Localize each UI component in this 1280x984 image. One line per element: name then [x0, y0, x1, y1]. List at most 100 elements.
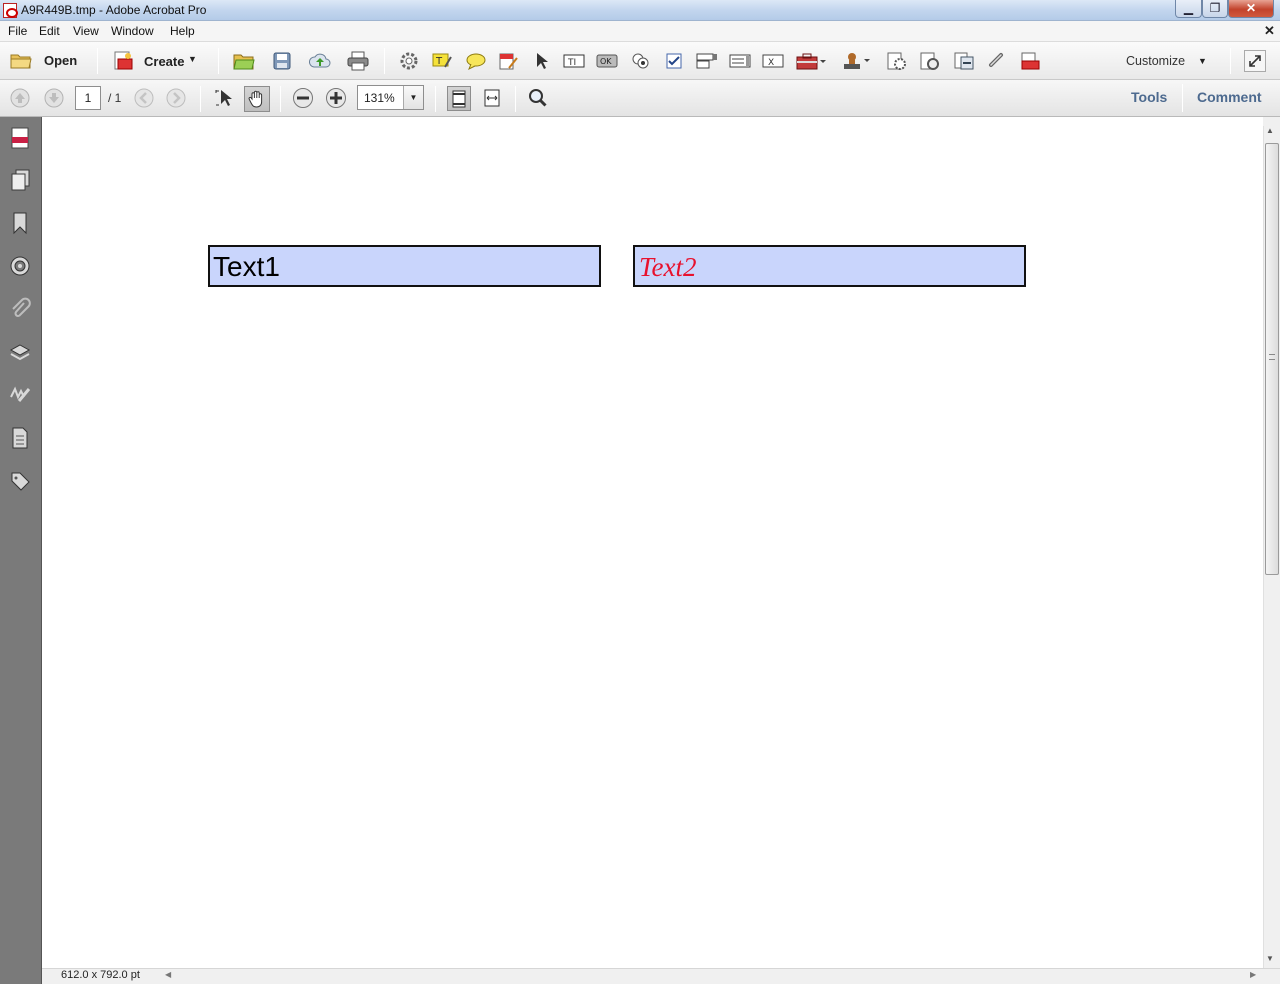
link-icon[interactable] [985, 50, 1007, 72]
dropdown-tool-icon[interactable] [696, 50, 718, 72]
distribute-form-icon[interactable] [953, 50, 975, 72]
checkbox-icon[interactable] [663, 50, 685, 72]
navigation-pane [0, 117, 42, 984]
toolbar-separator [1230, 48, 1231, 74]
scroll-right-arrow-icon[interactable]: ▶ [1250, 970, 1256, 979]
hand-tool-icon[interactable] [244, 86, 270, 112]
button-tool-icon[interactable]: OK [596, 50, 618, 72]
select-arrow-icon[interactable] [530, 50, 552, 72]
zoom-value: 131% [364, 91, 395, 105]
folder-icon [10, 50, 32, 72]
menu-edit[interactable]: Edit [39, 24, 60, 38]
menu-view[interactable]: View [73, 24, 99, 38]
page-size-label: 612.0 x 792.0 pt [61, 969, 140, 981]
scrollbar-thumb[interactable] [1265, 143, 1279, 575]
expand-icon[interactable] [1244, 50, 1266, 72]
toolbar-separator [218, 48, 219, 74]
tags-icon[interactable] [8, 469, 32, 493]
create-label: Create [144, 54, 185, 69]
print-icon[interactable] [347, 50, 369, 72]
text-field-1[interactable]: Text1 [208, 245, 601, 287]
svg-text:TI: TI [567, 58, 576, 68]
customize-label: Customize [1126, 54, 1186, 68]
zoom-in-icon[interactable] [325, 87, 347, 109]
close-window-button[interactable]: ✕ [1228, 0, 1274, 18]
acrobat-app-icon [3, 3, 18, 18]
page-total: / 1 [108, 91, 122, 105]
upload-icon[interactable] [309, 50, 331, 72]
zoom-select[interactable]: 131% ▼ [357, 85, 424, 110]
field-2-value: Text2 [639, 252, 697, 282]
toolbar-separator [1182, 84, 1183, 112]
barcode-field-icon[interactable]: X [762, 50, 784, 72]
zoom-out-icon[interactable] [292, 87, 314, 109]
toolbar-separator [97, 48, 98, 74]
scroll-down-arrow-icon[interactable]: ▼ [1266, 954, 1274, 963]
previous-page-icon[interactable] [9, 87, 31, 109]
menu-bar: File Edit View Window Help ✕ [0, 21, 1280, 42]
comment-bubble-icon[interactable] [465, 50, 487, 72]
next-page-icon[interactable] [43, 87, 65, 109]
menu-help[interactable]: Help [170, 24, 195, 38]
toolbar-separator [515, 86, 516, 112]
form-settings-icon[interactable] [919, 50, 941, 72]
toolbar-separator [435, 86, 436, 112]
close-document-icon[interactable]: ✕ [1264, 23, 1275, 39]
edit-form-icon[interactable] [497, 50, 519, 72]
text-field-2[interactable]: Text2 [633, 245, 1026, 287]
svg-text:OK: OK [600, 57, 612, 66]
radio-button-icon[interactable] [630, 50, 652, 72]
create-button[interactable]: Create ▼ [110, 50, 202, 72]
toolbox-icon[interactable] [796, 50, 828, 72]
toolbar-separator [384, 48, 385, 74]
pdf-document-icon[interactable] [8, 126, 32, 150]
action-wizard-icon[interactable] [886, 50, 908, 72]
chevron-down-icon: ▼ [1198, 56, 1207, 66]
customize-dropdown[interactable]: Customize ▼ [1120, 52, 1210, 72]
attachments-icon[interactable] [8, 297, 32, 321]
toolbar-separator [280, 86, 281, 112]
chevron-down-icon[interactable]: ▼ [403, 86, 423, 109]
export-pdf-icon[interactable] [1019, 50, 1041, 72]
status-bar [42, 968, 1280, 984]
stamp-icon[interactable] [842, 50, 874, 72]
open-label: Open [44, 53, 78, 68]
text-field-icon[interactable]: T [431, 50, 453, 72]
folder-open-icon[interactable] [233, 50, 255, 72]
svg-text:T: T [435, 56, 443, 67]
comment-tab[interactable]: Comment [1197, 89, 1262, 105]
gear-icon[interactable] [398, 50, 420, 72]
maximize-button[interactable]: ❐ [1202, 0, 1228, 18]
forward-view-icon[interactable] [165, 87, 187, 109]
search-icon[interactable] [527, 87, 549, 109]
fit-width-icon[interactable] [481, 87, 503, 109]
select-text-icon[interactable] [213, 87, 235, 109]
menu-file[interactable]: File [8, 24, 27, 38]
grip-icon [1269, 354, 1275, 360]
signatures-icon[interactable] [8, 254, 32, 278]
bookmarks-icon[interactable] [8, 211, 32, 235]
main-toolbar: Open Create ▼ T TI OK X Customize ▼ [0, 42, 1280, 80]
scroll-up-arrow-icon[interactable]: ▲ [1266, 126, 1274, 135]
page-number-input[interactable]: 1 [75, 86, 101, 110]
scroll-left-arrow-icon[interactable]: ◀ [165, 970, 171, 979]
minimize-button[interactable]: ▁ [1175, 0, 1202, 18]
fit-page-icon[interactable] [447, 86, 471, 111]
page-thumbnails-icon[interactable] [8, 168, 32, 192]
svg-text:X: X [768, 58, 774, 68]
layers-icon[interactable] [8, 340, 32, 364]
menu-window[interactable]: Window [111, 24, 154, 38]
back-view-icon[interactable] [133, 87, 155, 109]
listbox-tool-icon[interactable] [729, 50, 751, 72]
edit-signature-icon[interactable] [8, 383, 32, 407]
navigation-toolbar: 1 / 1 131% ▼ Tools Comment [0, 80, 1280, 117]
open-button[interactable]: Open [8, 50, 88, 72]
chevron-down-icon: ▼ [188, 54, 197, 64]
text-field-tool-icon[interactable]: TI [563, 50, 585, 72]
scrollbar-top-cap [1263, 117, 1280, 126]
save-icon[interactable] [271, 50, 293, 72]
tools-tab[interactable]: Tools [1131, 89, 1167, 105]
content-icon[interactable] [8, 426, 32, 450]
field-1-value: Text1 [213, 251, 280, 282]
toolbar-separator [200, 86, 201, 112]
